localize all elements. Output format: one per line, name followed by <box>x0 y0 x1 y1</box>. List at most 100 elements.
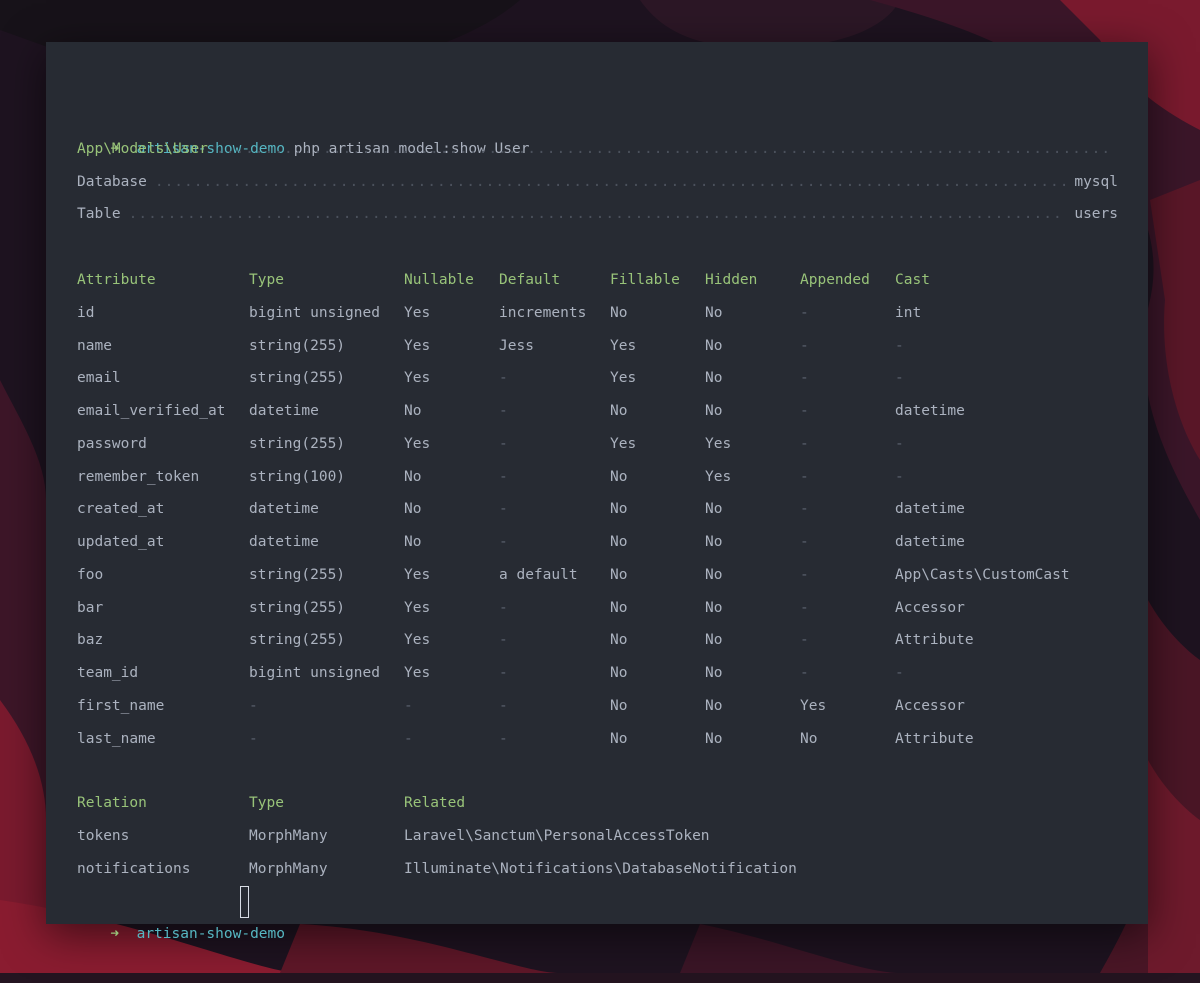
table-cell: - <box>800 370 809 387</box>
table-cell: email_verified_at <box>77 403 226 419</box>
dot-leader: ........................................… <box>128 206 1067 222</box>
table-cell: email <box>77 370 121 387</box>
table-cell: Yes <box>404 566 431 583</box>
dot-leader: ........................................… <box>154 174 1067 190</box>
table-cell: datetime <box>249 403 319 419</box>
table-cell: string(255) <box>249 566 346 583</box>
terminal-window[interactable]: ➜ artisan-show-demo php artisan model:sh… <box>46 42 1148 942</box>
table-cell: Yes <box>404 632 431 649</box>
terminal-cursor <box>240 886 249 918</box>
table-cell: string(100) <box>249 468 346 485</box>
table-cell: No <box>705 337 723 354</box>
table-cell: team_id <box>77 665 139 681</box>
table-label: Table <box>77 206 121 222</box>
prompt-line-active: ➜ artisan-show-demo <box>58 885 285 983</box>
table-cell: - <box>499 370 508 387</box>
table-cell: string(255) <box>249 337 346 354</box>
table-cell: string(255) <box>249 435 346 452</box>
table-cell: No <box>610 304 628 321</box>
table-cell: Yes <box>705 468 732 485</box>
table-cell: - <box>800 337 809 354</box>
table-cell: - <box>499 599 508 616</box>
attributes-header-cell: Appended <box>800 272 870 288</box>
table-cell: No <box>705 566 723 583</box>
table-cell: - <box>404 730 413 747</box>
table-cell: Yes <box>610 435 637 452</box>
table-cell: MorphMany <box>249 860 328 877</box>
table-cell: - <box>800 665 809 681</box>
table-cell: No <box>404 534 422 550</box>
table-cell: App\Casts\CustomCast <box>895 566 1070 583</box>
table-cell: Attribute <box>895 632 974 649</box>
table-cell: - <box>404 697 413 714</box>
table-cell: - <box>249 730 258 747</box>
table-cell: - <box>499 697 508 714</box>
table-cell: No <box>610 501 628 518</box>
table-cell: Yes <box>705 435 732 452</box>
table-cell: Jess <box>499 337 534 354</box>
table-cell: - <box>800 501 809 518</box>
table-cell: Yes <box>404 435 431 452</box>
table-cell: Yes <box>404 337 431 354</box>
table-value: users <box>1074 206 1118 222</box>
database-label: Database <box>77 174 147 190</box>
table-cell: name <box>77 337 112 354</box>
table-cell: Yes <box>800 697 827 714</box>
table-cell: Yes <box>404 370 431 387</box>
table-cell: bigint unsigned <box>249 304 380 321</box>
table-cell: - <box>800 599 809 616</box>
table-cell: No <box>610 599 628 616</box>
table-cell: - <box>800 304 809 321</box>
table-cell: created_at <box>77 501 165 518</box>
table-cell: - <box>800 534 809 550</box>
attributes-header-cell: Fillable <box>610 272 680 288</box>
table-cell: datetime <box>895 403 965 419</box>
database-row: Database ...............................… <box>77 166 1118 199</box>
table-cell: No <box>705 665 723 681</box>
table-cell: datetime <box>249 534 319 550</box>
table-cell: updated_at <box>77 534 165 550</box>
table-cell: Accessor <box>895 599 965 616</box>
table-cell: bar <box>77 599 104 616</box>
table-cell: No <box>705 403 723 419</box>
table-cell: - <box>499 665 508 681</box>
table-cell: No <box>404 403 422 419</box>
table-cell: - <box>800 632 809 649</box>
table-cell: No <box>610 665 628 681</box>
relations-header-cell: Relation <box>77 795 147 811</box>
table-cell: - <box>499 534 508 550</box>
table-cell: No <box>610 697 628 714</box>
table-cell: foo <box>77 566 104 583</box>
table-cell: a default <box>499 566 578 583</box>
table-cell: - <box>895 370 904 387</box>
table-cell: Yes <box>404 665 431 681</box>
table-cell: - <box>499 632 508 649</box>
table-cell: string(255) <box>249 370 346 387</box>
table-cell: No <box>705 632 723 649</box>
attributes-header-cell: Type <box>249 272 284 288</box>
relations-header-cell: Type <box>249 795 284 811</box>
prompt-directory: artisan-show-demo <box>136 925 285 942</box>
table-cell: first_name <box>77 697 165 714</box>
table-cell: password <box>77 435 147 452</box>
table-cell: - <box>895 337 904 354</box>
table-cell: No <box>610 730 628 747</box>
table-cell: No <box>404 501 422 518</box>
table-cell: - <box>800 566 809 583</box>
attributes-header-cell: Hidden <box>705 272 758 288</box>
table-cell: string(255) <box>249 632 346 649</box>
table-cell: id <box>77 304 95 321</box>
table-cell: No <box>705 730 723 747</box>
table-cell: Laravel\Sanctum\PersonalAccessToken <box>404 827 710 844</box>
table-cell: Yes <box>404 304 431 321</box>
table-cell: No <box>610 566 628 583</box>
table-cell: - <box>800 468 809 485</box>
table-cell: int <box>895 304 922 321</box>
table-cell: No <box>705 534 723 550</box>
table-cell: No <box>705 370 723 387</box>
attributes-header-cell: Cast <box>895 272 930 288</box>
table-cell: Accessor <box>895 697 965 714</box>
table-cell: - <box>499 468 508 485</box>
table-cell: MorphMany <box>249 827 328 844</box>
table-cell: Illuminate\Notifications\DatabaseNotific… <box>404 860 797 877</box>
